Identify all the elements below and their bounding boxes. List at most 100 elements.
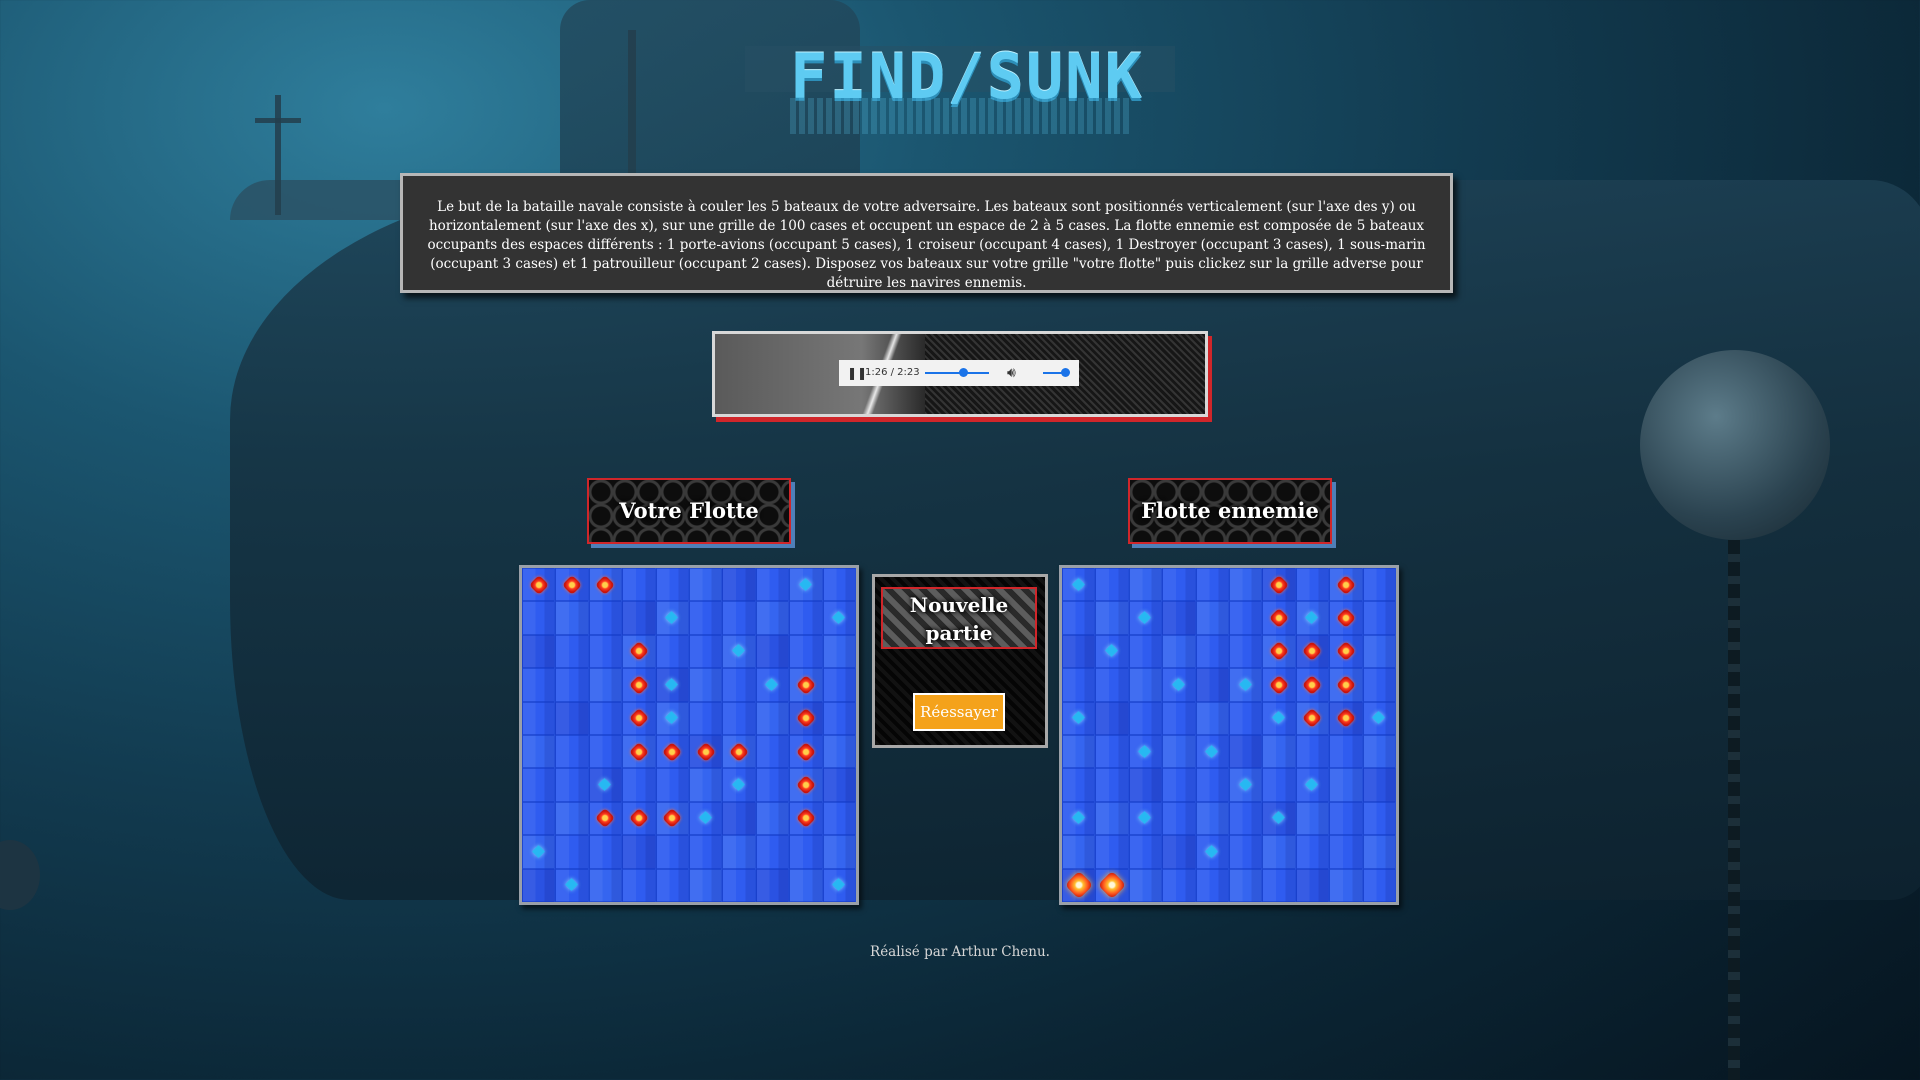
- enemy-grid-cell-empty[interactable]: [1362, 868, 1396, 902]
- player-grid-cell-empty[interactable]: [755, 835, 790, 869]
- enemy-grid-cell-empty[interactable]: [1095, 801, 1129, 836]
- audio-progress-track[interactable]: [925, 372, 989, 374]
- player-grid-cell-empty[interactable]: [755, 801, 790, 836]
- enemy-grid-cell-miss[interactable]: [1262, 701, 1296, 735]
- player-grid-cell-empty[interactable]: [522, 701, 556, 735]
- player-grid-cell-empty[interactable]: [789, 868, 823, 902]
- enemy-grid-cell-empty[interactable]: [1062, 835, 1096, 869]
- player-grid-cell-ship[interactable]: [789, 701, 823, 735]
- player-grid-cell-empty[interactable]: [622, 835, 656, 869]
- enemy-grid-cell-empty[interactable]: [1362, 835, 1396, 869]
- enemy-grid-cell-empty[interactable]: [1162, 801, 1196, 836]
- enemy-grid-cell-empty[interactable]: [1329, 768, 1363, 802]
- enemy-grid-cell-miss[interactable]: [1362, 701, 1396, 735]
- player-grid-cell-empty[interactable]: [588, 835, 623, 869]
- player-grid-cell-ship[interactable]: [588, 568, 623, 602]
- player-grid-cell-ship[interactable]: [789, 801, 823, 836]
- player-grid-cell-empty[interactable]: [689, 601, 723, 635]
- player-grid-cell-empty[interactable]: [622, 568, 656, 602]
- player-grid-cell-empty[interactable]: [755, 868, 790, 902]
- enemy-grid-cell-empty[interactable]: [1229, 634, 1263, 669]
- enemy-grid-cell-hit[interactable]: [1095, 868, 1129, 902]
- pause-icon[interactable]: ❚❚: [847, 366, 867, 380]
- enemy-grid-cell-empty[interactable]: [1295, 835, 1330, 869]
- enemy-grid-cell-empty[interactable]: [1128, 868, 1163, 902]
- enemy-grid-cell-empty[interactable]: [1128, 835, 1163, 869]
- player-grid-cell-empty[interactable]: [522, 735, 556, 769]
- enemy-grid-cell-empty[interactable]: [1262, 868, 1296, 902]
- player-grid-cell-empty[interactable]: [588, 668, 623, 702]
- player-grid-cell-miss[interactable]: [722, 768, 756, 802]
- player-grid-cell-empty[interactable]: [722, 701, 756, 735]
- player-grid-cell-empty[interactable]: [755, 735, 790, 769]
- player-grid-cell-miss[interactable]: [789, 568, 823, 602]
- player-grid-cell-empty[interactable]: [655, 835, 689, 869]
- player-grid-cell-empty[interactable]: [822, 735, 856, 769]
- enemy-grid-cell-miss[interactable]: [1062, 701, 1096, 735]
- enemy-grid-cell-miss[interactable]: [1295, 768, 1330, 802]
- enemy-grid-cell-empty[interactable]: [1262, 835, 1296, 869]
- enemy-grid-cell-empty[interactable]: [1362, 768, 1396, 802]
- player-grid-cell-empty[interactable]: [555, 835, 589, 869]
- player-grid-cell-miss[interactable]: [555, 868, 589, 902]
- enemy-grid-cell-empty[interactable]: [1229, 835, 1263, 869]
- player-grid-cell-empty[interactable]: [655, 768, 689, 802]
- player-grid-cell-empty[interactable]: [822, 835, 856, 869]
- enemy-grid-cell-empty[interactable]: [1229, 801, 1263, 836]
- player-grid-cell-ship[interactable]: [622, 735, 656, 769]
- enemy-grid-cell-ship[interactable]: [1262, 668, 1296, 702]
- enemy-grid-cell-empty[interactable]: [1128, 634, 1163, 669]
- player-grid-cell-empty[interactable]: [555, 801, 589, 836]
- enemy-grid-cell-empty[interactable]: [1229, 601, 1263, 635]
- enemy-grid-cell-ship[interactable]: [1295, 634, 1330, 669]
- player-grid-cell-empty[interactable]: [722, 835, 756, 869]
- player-grid-cell-miss[interactable]: [588, 768, 623, 802]
- enemy-grid-cell-empty[interactable]: [1062, 668, 1096, 702]
- enemy-grid-cell-ship[interactable]: [1329, 701, 1363, 735]
- player-grid-cell-ship[interactable]: [789, 735, 823, 769]
- player-grid-cell-empty[interactable]: [588, 634, 623, 669]
- player-grid-cell-empty[interactable]: [689, 634, 723, 669]
- enemy-grid-cell-ship[interactable]: [1262, 568, 1296, 602]
- enemy-grid-cell-empty[interactable]: [1128, 668, 1163, 702]
- player-grid-cell-miss[interactable]: [655, 668, 689, 702]
- player-grid-cell-empty[interactable]: [689, 668, 723, 702]
- player-grid-cell-miss[interactable]: [755, 668, 790, 702]
- enemy-grid-cell-empty[interactable]: [1295, 801, 1330, 836]
- enemy-grid-cell-ship[interactable]: [1329, 568, 1363, 602]
- enemy-grid-cell-empty[interactable]: [1095, 768, 1129, 802]
- enemy-grid-cell-miss[interactable]: [1229, 668, 1263, 702]
- enemy-grid-cell-miss[interactable]: [1095, 634, 1129, 669]
- enemy-grid-cell-empty[interactable]: [1062, 768, 1096, 802]
- player-grid-cell-empty[interactable]: [789, 601, 823, 635]
- player-grid-cell-empty[interactable]: [555, 701, 589, 735]
- player-grid-cell-empty[interactable]: [522, 768, 556, 802]
- player-grid-cell-miss[interactable]: [522, 835, 556, 869]
- enemy-grid-cell-empty[interactable]: [1362, 634, 1396, 669]
- enemy-grid-cell-empty[interactable]: [1229, 568, 1263, 602]
- enemy-grid-cell-empty[interactable]: [1128, 768, 1163, 802]
- enemy-grid-cell-empty[interactable]: [1362, 668, 1396, 702]
- player-grid-cell-empty[interactable]: [655, 568, 689, 602]
- enemy-grid-cell-miss[interactable]: [1262, 801, 1296, 836]
- enemy-grid-cell-empty[interactable]: [1162, 735, 1196, 769]
- player-grid-cell-empty[interactable]: [689, 835, 723, 869]
- enemy-grid-cell-empty[interactable]: [1128, 701, 1163, 735]
- player-grid-cell-empty[interactable]: [689, 568, 723, 602]
- enemy-grid-cell-hit[interactable]: [1062, 868, 1096, 902]
- enemy-grid-cell-miss[interactable]: [1128, 801, 1163, 836]
- player-grid-cell-empty[interactable]: [822, 668, 856, 702]
- player-grid-cell-empty[interactable]: [522, 634, 556, 669]
- player-grid-cell-empty[interactable]: [555, 668, 589, 702]
- enemy-grid-cell-empty[interactable]: [1162, 768, 1196, 802]
- enemy-grid-cell-empty[interactable]: [1162, 634, 1196, 669]
- enemy-grid-cell-miss[interactable]: [1295, 601, 1330, 635]
- new-game-button[interactable]: Nouvelle partie: [881, 587, 1037, 649]
- player-grid-cell-miss[interactable]: [655, 601, 689, 635]
- player-grid-cell-empty[interactable]: [522, 801, 556, 836]
- player-grid-cell-empty[interactable]: [588, 601, 623, 635]
- player-grid-cell-ship[interactable]: [622, 801, 656, 836]
- enemy-grid-cell-empty[interactable]: [1329, 868, 1363, 902]
- player-grid-cell-empty[interactable]: [588, 735, 623, 769]
- player-grid-cell-empty[interactable]: [622, 601, 656, 635]
